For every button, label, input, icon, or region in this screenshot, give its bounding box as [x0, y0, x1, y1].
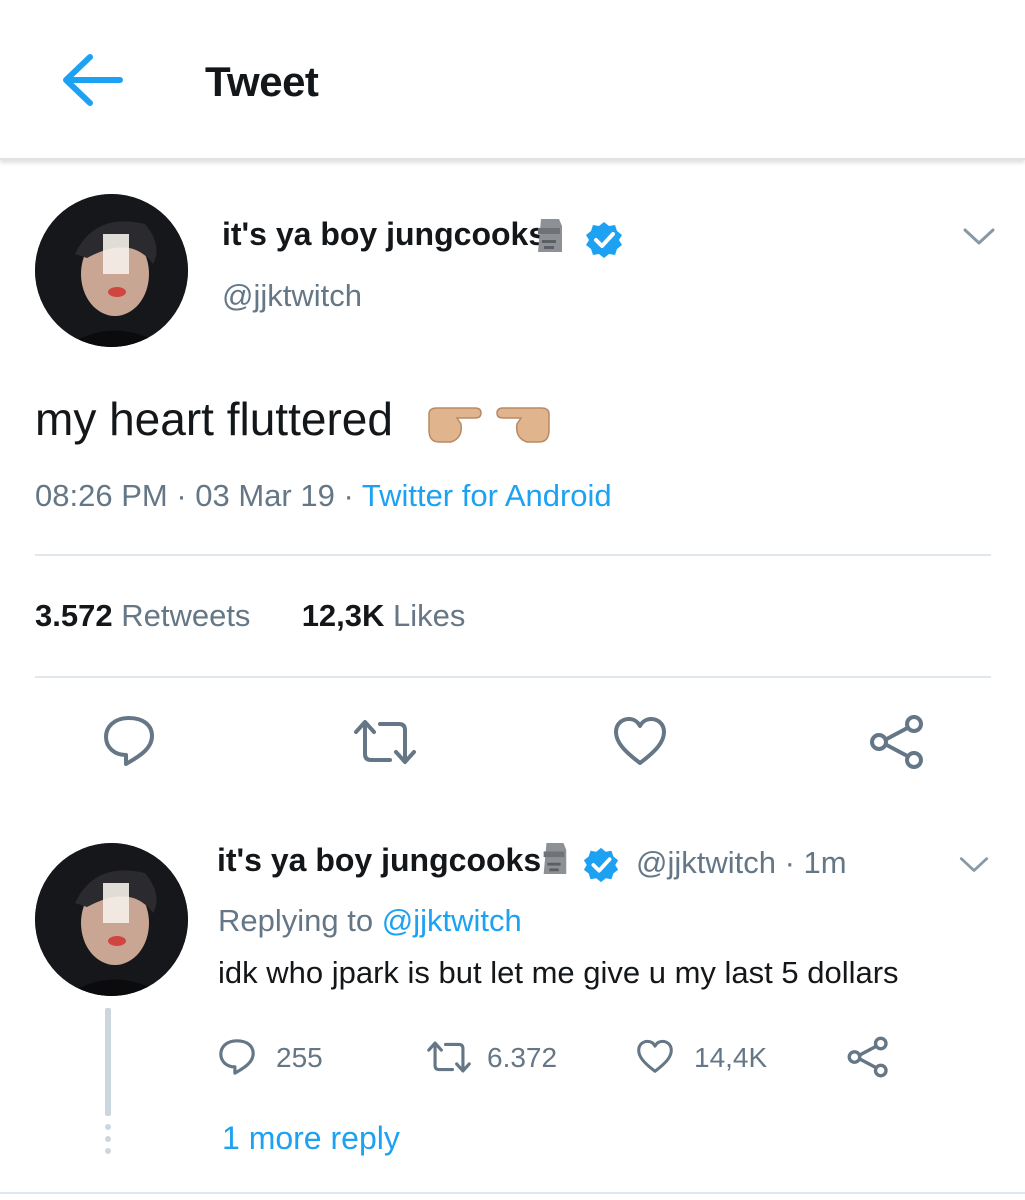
- page-title: Tweet: [205, 58, 319, 105]
- reply-handle-line: @jjktwitch · 1m: [636, 845, 847, 881]
- avatar-photo: [35, 194, 188, 347]
- retweets-count: 3.572: [35, 598, 113, 633]
- display-name[interactable]: it's ya boy jungcooks: [222, 216, 546, 253]
- avatar-photo: [35, 843, 188, 996]
- pointing-hands-emoji-icon: [428, 407, 550, 443]
- tweet-text: my heart fluttered: [35, 393, 393, 445]
- moai-emoji-icon: [543, 843, 567, 875]
- reply-avatar[interactable]: [35, 843, 188, 996]
- reply-text: idk who jpark is but let me give u my la…: [218, 955, 899, 990]
- thread-line: [105, 1008, 111, 1116]
- likes-count: 12,3K: [301, 598, 385, 633]
- share-icon[interactable]: [846, 1036, 890, 1078]
- chevron-down-icon[interactable]: [962, 226, 996, 248]
- like-count: 14,4K: [694, 1042, 768, 1073]
- likes-label: Likes: [393, 598, 466, 633]
- thread-dot: [105, 1124, 111, 1130]
- divider: [0, 1192, 1025, 1194]
- reply-username[interactable]: @jjktwitch: [636, 845, 776, 880]
- reply-display-name[interactable]: it's ya boy jungcooks: [217, 842, 541, 879]
- tweet-meta: 08:26 PM · 03 Mar 19 · Twitter for Andro…: [35, 478, 612, 514]
- separator-dot: ·: [167, 478, 196, 513]
- retweet-icon[interactable]: [352, 718, 418, 766]
- verified-badge-icon: [586, 222, 622, 258]
- divider: [35, 554, 991, 556]
- chevron-down-icon[interactable]: [958, 855, 990, 875]
- thread-dot: [105, 1148, 111, 1154]
- moai-emoji-icon: [538, 219, 562, 252]
- reply-count: 255: [276, 1042, 323, 1073]
- heart-icon[interactable]: [636, 1039, 674, 1075]
- more-replies-link[interactable]: 1 more reply: [222, 1120, 400, 1157]
- likes-stat[interactable]: 12,3K Likes: [302, 598, 466, 633]
- retweet-count: 6.372: [487, 1042, 558, 1073]
- tweet-time: 08:26 PM: [35, 478, 168, 513]
- retweet-icon[interactable]: [426, 1040, 472, 1074]
- separator-dot: ·: [334, 478, 362, 513]
- retweets-stat[interactable]: 3.572 Retweets: [35, 598, 250, 633]
- reply-icon[interactable]: [218, 1038, 256, 1076]
- top-bar: Tweet: [0, 0, 1025, 160]
- username[interactable]: @jjktwitch: [222, 278, 362, 314]
- reply-age: 1m: [803, 845, 847, 880]
- reply-icon[interactable]: [102, 714, 156, 768]
- share-icon[interactable]: [868, 714, 926, 770]
- avatar[interactable]: [35, 194, 188, 347]
- tweet-date: 03 Mar 19: [195, 478, 335, 513]
- back-arrow-icon[interactable]: [58, 50, 126, 110]
- verified-badge-icon: [583, 847, 619, 883]
- replying-prefix: Replying to: [218, 903, 374, 938]
- retweets-label: Retweets: [121, 598, 251, 633]
- replying-to-mention[interactable]: @jjktwitch: [382, 903, 522, 938]
- heart-icon[interactable]: [612, 716, 668, 768]
- divider: [35, 676, 991, 678]
- tweet-stats: 3.572 Retweets 12,3K Likes: [35, 598, 465, 634]
- separator-dot: ·: [775, 845, 804, 880]
- tweet-source-link[interactable]: Twitter for Android: [362, 478, 612, 513]
- thread-dot: [105, 1136, 111, 1142]
- replying-to: Replying to @jjktwitch: [218, 903, 522, 939]
